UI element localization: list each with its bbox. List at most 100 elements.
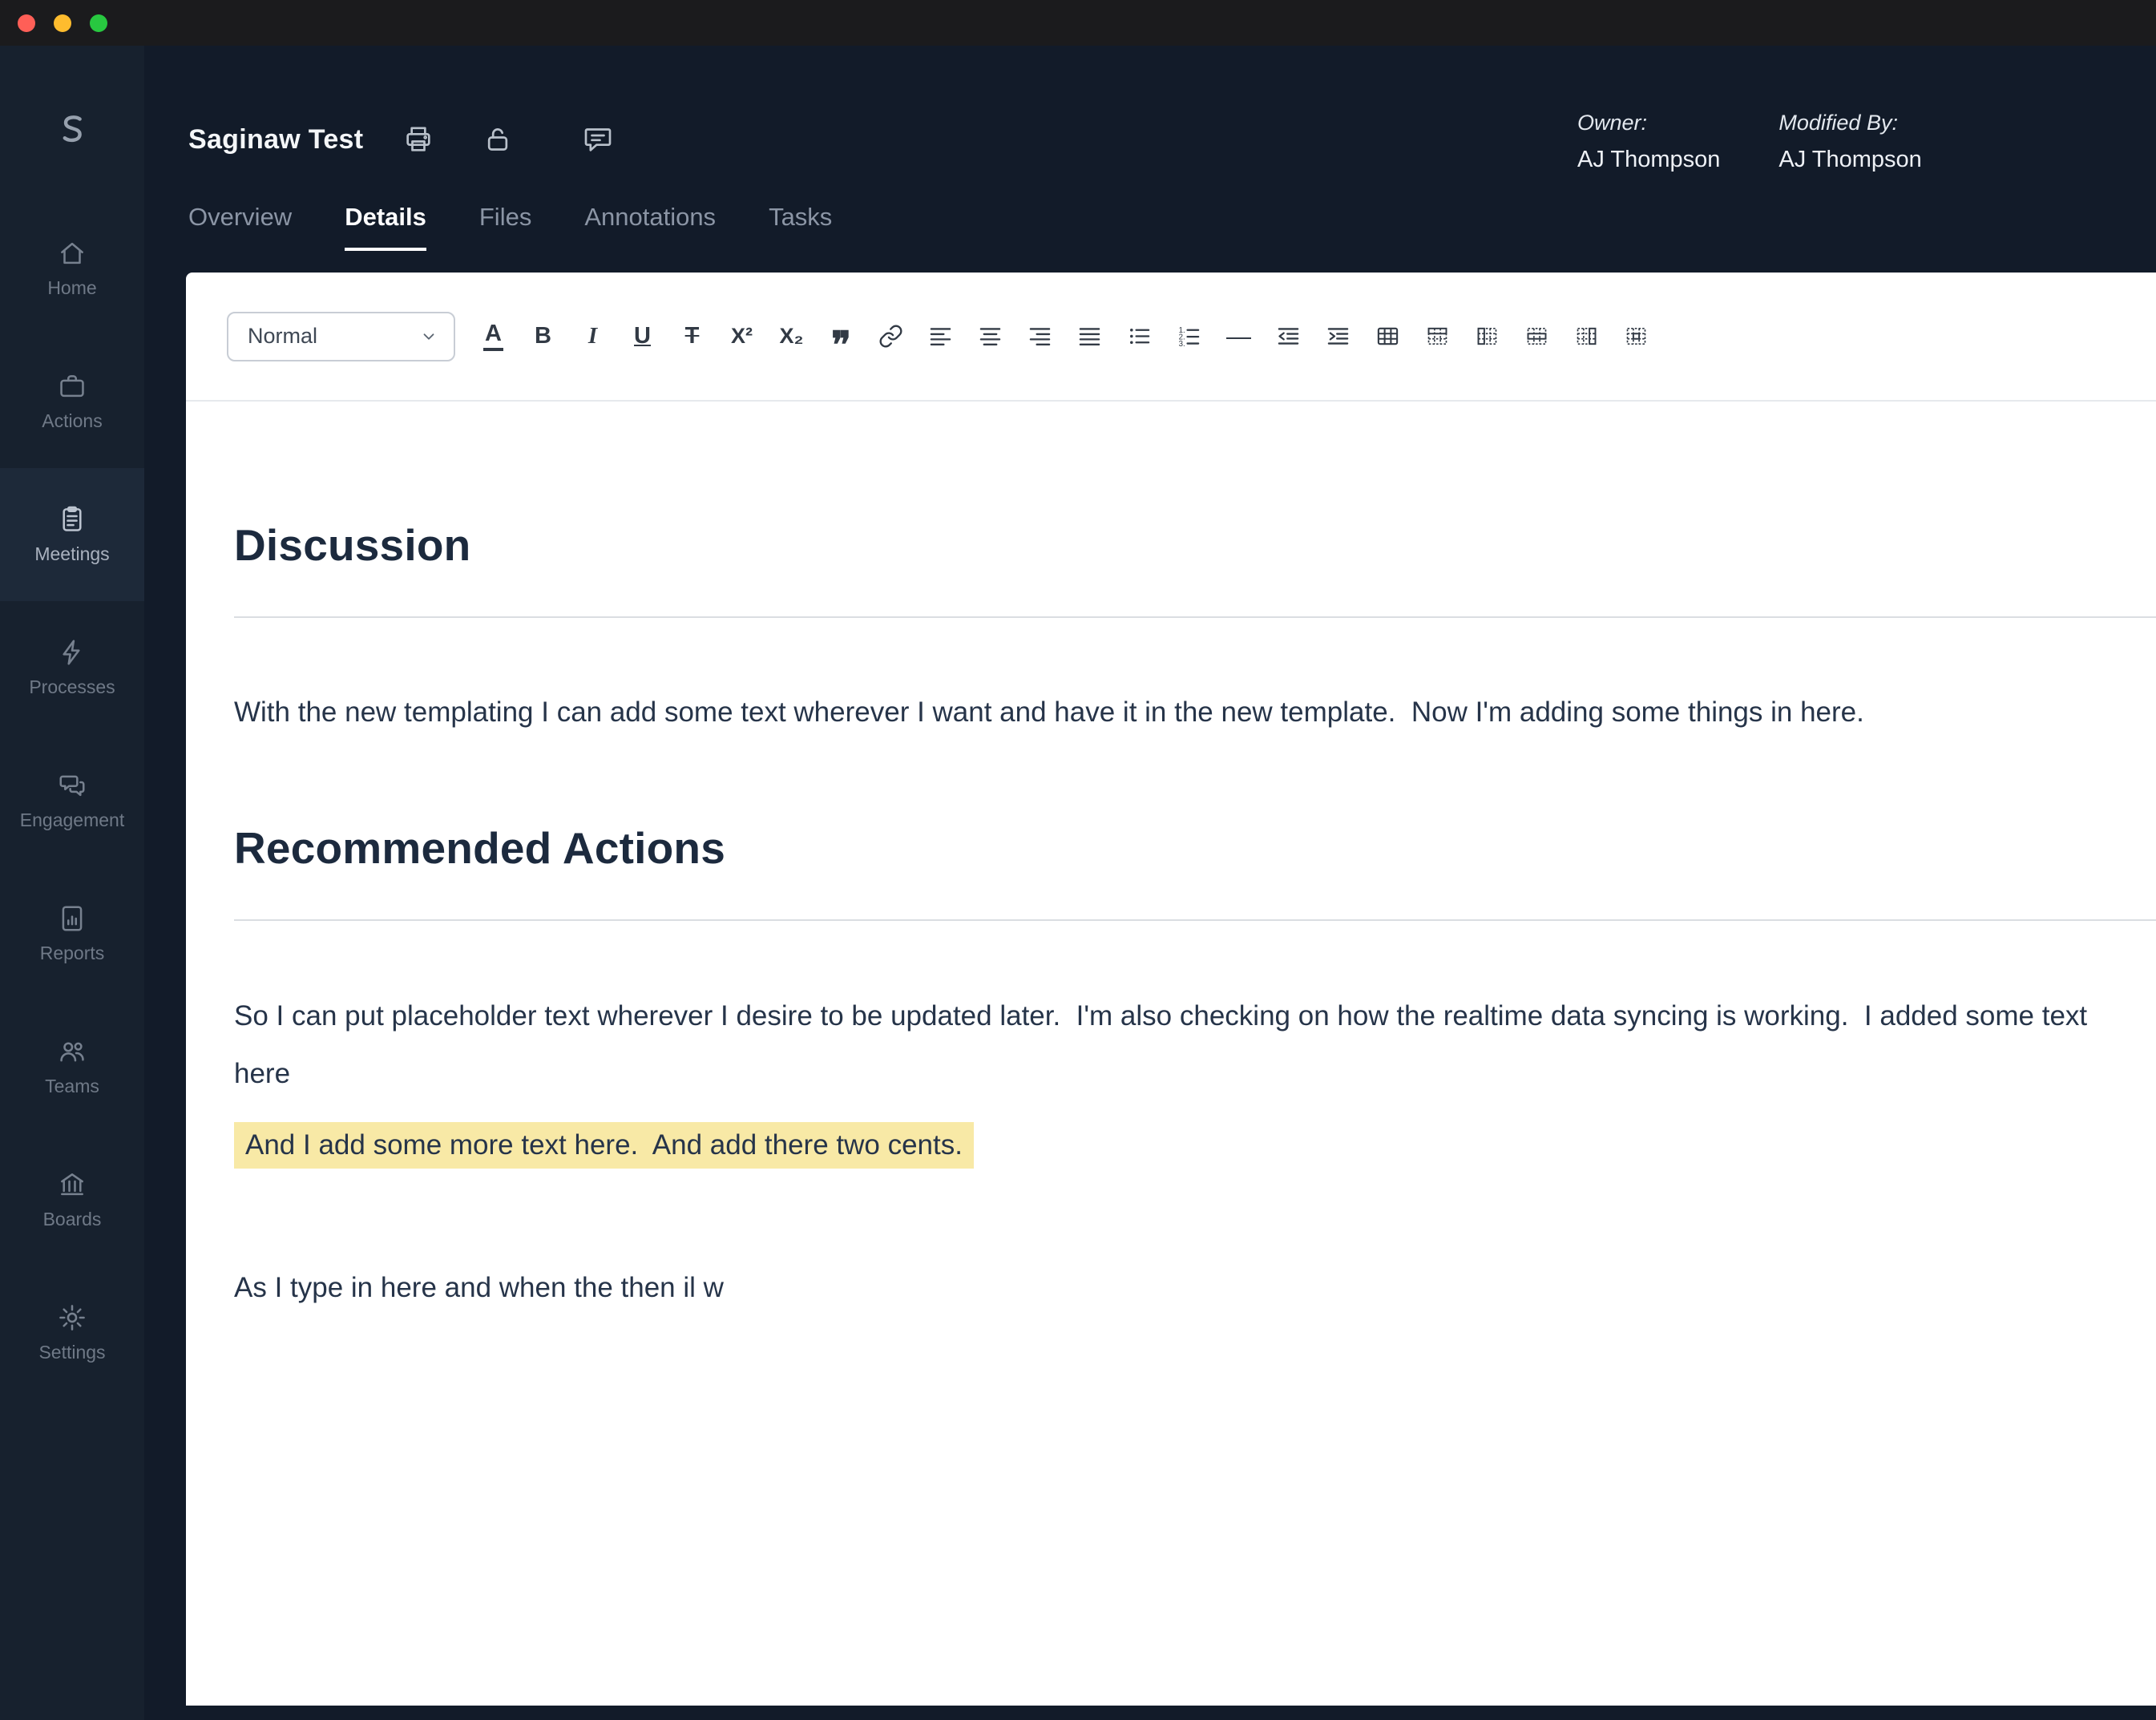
- align-left-button[interactable]: [922, 315, 959, 358]
- sidebar: Home Actions Meetings Processes Engageme…: [0, 46, 144, 1720]
- traffic-lights: [18, 14, 107, 32]
- underline-icon: U: [634, 323, 651, 349]
- indent-icon: [1327, 328, 1349, 345]
- table-delete-row-button[interactable]: [1518, 315, 1556, 358]
- superscript-button[interactable]: X²: [723, 315, 761, 358]
- sidebar-item-label: Actions: [42, 410, 103, 431]
- modified-by-value: AJ Thompson: [1778, 147, 1922, 172]
- zoom-window-button[interactable]: [90, 14, 107, 32]
- section-divider: [234, 919, 2156, 921]
- align-right-button[interactable]: [1021, 315, 1059, 358]
- paragraph-discussion: With the new templating I can add some t…: [234, 696, 1864, 728]
- sidebar-item-actions[interactable]: Actions: [0, 335, 144, 468]
- tab-details[interactable]: Details: [345, 203, 426, 251]
- bold-button[interactable]: B: [524, 315, 562, 358]
- owner-meta: Owner: AJ Thompson: [1577, 110, 1720, 173]
- owner-value: AJ Thompson: [1577, 147, 1721, 172]
- tab-tasks[interactable]: Tasks: [769, 203, 832, 251]
- table-delete-row-icon: [1527, 327, 1547, 345]
- unlock-button[interactable]: [480, 120, 515, 159]
- report-chart-icon: [62, 906, 83, 931]
- italic-icon: I: [587, 323, 598, 349]
- outdent-button[interactable]: [1270, 315, 1307, 358]
- align-justify-button[interactable]: [1071, 315, 1108, 358]
- highlighted-text: And I add some more text here. And add t…: [234, 1122, 974, 1169]
- paragraph-recommended-actions: So I can put placeholder text wherever I…: [234, 987, 2156, 1103]
- comment-button[interactable]: [580, 120, 616, 159]
- insert-table-button[interactable]: [1369, 315, 1407, 358]
- format-select-value: Normal: [248, 324, 318, 348]
- close-window-button[interactable]: [18, 14, 35, 32]
- table-insert-row-button[interactable]: [1419, 315, 1456, 358]
- table-delete-column-button[interactable]: [1568, 315, 1605, 358]
- align-right-icon: [1029, 328, 1051, 345]
- print-button[interactable]: [401, 120, 436, 159]
- document-meta: Owner: AJ Thompson Modified By: AJ Thomp…: [1577, 110, 1922, 173]
- gear-icon: [59, 1305, 85, 1330]
- align-left-icon: [930, 328, 951, 345]
- tab-bar: Overview Details Files Annotations Tasks: [188, 203, 832, 251]
- table-insert-row-icon: [1427, 327, 1447, 345]
- tab-files[interactable]: Files: [479, 203, 531, 251]
- sidebar-item-label: Reports: [39, 943, 105, 963]
- subscript-button[interactable]: X₂: [773, 315, 810, 358]
- sidebar-item-label: Processes: [29, 676, 115, 697]
- horizontal-rule-button[interactable]: —: [1220, 315, 1258, 358]
- sidebar-item-label: Meetings: [34, 543, 110, 564]
- sidebar-nav: Home Actions Meetings Processes Engageme…: [0, 202, 144, 1399]
- link-button[interactable]: [872, 315, 910, 358]
- blockquote-button[interactable]: ❞: [822, 315, 860, 363]
- app-logo-icon: [0, 111, 144, 150]
- clipboard-icon: [63, 506, 82, 531]
- paragraph-line: here: [234, 1058, 291, 1089]
- sidebar-item-label: Settings: [38, 1342, 106, 1363]
- bold-icon: B: [535, 323, 551, 349]
- section-divider: [234, 616, 2156, 618]
- rich-text-editor[interactable]: Discussion With the new templating I can…: [186, 402, 2156, 1317]
- main-area: Saginaw Test Owner: AJ Thompson Modified…: [144, 46, 2156, 1720]
- tab-annotations[interactable]: Annotations: [584, 203, 716, 251]
- sidebar-item-boards[interactable]: Boards: [0, 1133, 144, 1266]
- text-color-button[interactable]: A: [474, 315, 512, 358]
- section-heading-discussion: Discussion: [234, 520, 471, 570]
- sidebar-item-meetings[interactable]: Meetings: [0, 468, 144, 601]
- app-window: Home Actions Meetings Processes Engageme…: [0, 0, 2156, 1720]
- sidebar-item-processes[interactable]: Processes: [0, 601, 144, 734]
- sidebar-item-label: Teams: [45, 1076, 99, 1096]
- home-icon: [61, 242, 83, 264]
- sidebar-item-home[interactable]: Home: [0, 202, 144, 335]
- table-icon: [1377, 327, 1399, 345]
- table-merge-cells-icon: [1626, 327, 1646, 345]
- paragraph-typing: As I type in here and when the then il w: [234, 1272, 724, 1303]
- sidebar-item-label: Engagement: [19, 810, 125, 830]
- sidebar-item-settings[interactable]: Settings: [0, 1266, 144, 1399]
- briefcase-icon: [60, 375, 84, 398]
- bullet-list-icon: [1130, 328, 1150, 345]
- printer-icon: [406, 127, 431, 151]
- italic-button[interactable]: I: [574, 315, 612, 358]
- document-header: Saginaw Test: [188, 119, 616, 159]
- sidebar-item-engagement[interactable]: Engagement: [0, 734, 144, 867]
- strikethrough-button[interactable]: T: [673, 315, 711, 358]
- lock-open-icon: [488, 128, 508, 151]
- bullet-list-button[interactable]: [1120, 315, 1158, 358]
- underline-button[interactable]: U: [624, 315, 661, 358]
- table-merge-cells-button[interactable]: [1617, 315, 1655, 358]
- sidebar-item-teams[interactable]: Teams: [0, 1000, 144, 1133]
- owner-label: Owner:: [1577, 111, 1648, 135]
- building-columns-icon: [61, 1173, 83, 1196]
- tab-overview[interactable]: Overview: [188, 203, 292, 251]
- ordered-list-button[interactable]: 1. 2. 3.: [1170, 315, 1208, 358]
- editor-toolbar: Normal A B I U T X² X₂ ❞ 1. 2. 3. —: [186, 273, 2156, 402]
- minimize-window-button[interactable]: [54, 14, 71, 32]
- chat-bubbles-icon: [59, 775, 85, 797]
- align-center-button[interactable]: [971, 315, 1009, 358]
- align-center-icon: [979, 328, 1001, 345]
- sidebar-item-reports[interactable]: Reports: [0, 867, 144, 1000]
- ordered-list-icon: 1. 2. 3.: [1179, 326, 1200, 349]
- table-delete-column-icon: [1577, 327, 1597, 345]
- sidebar-item-label: Boards: [42, 1209, 102, 1229]
- indent-button[interactable]: [1319, 315, 1357, 358]
- table-insert-column-button[interactable]: [1468, 315, 1506, 358]
- format-select[interactable]: Normal: [227, 311, 455, 361]
